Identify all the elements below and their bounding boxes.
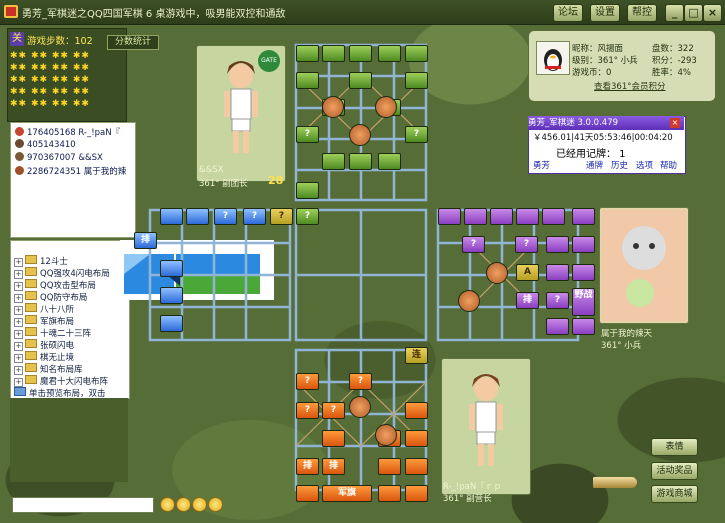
board-piece[interactable]: ? xyxy=(322,402,345,419)
board-piece[interactable] xyxy=(296,72,319,89)
top-player-name: &&SX xyxy=(199,165,224,175)
camp-station[interactable] xyxy=(486,262,508,284)
board-piece[interactable] xyxy=(349,153,372,170)
board-piece[interactable]: ? xyxy=(270,208,293,225)
board-piece[interactable]: ? xyxy=(296,208,319,225)
board-piece[interactable] xyxy=(405,430,428,447)
board-piece[interactable]: 排 xyxy=(296,458,319,475)
bottom-player-rank: 361° 副营长 xyxy=(443,494,492,504)
board-piece[interactable]: ? xyxy=(296,126,319,143)
board-piece[interactable] xyxy=(405,45,428,62)
board-piece[interactable] xyxy=(322,153,345,170)
bottom-player-card[interactable] xyxy=(441,358,531,495)
flag-piece[interactable]: 军旗 xyxy=(322,485,372,502)
board-piece[interactable]: ? xyxy=(243,208,266,225)
board-piece[interactable] xyxy=(296,45,319,62)
board-piece[interactable]: ? xyxy=(462,236,485,253)
camp-station[interactable] xyxy=(349,124,371,146)
top-player-level: 28 xyxy=(268,174,284,187)
board-piece[interactable] xyxy=(378,45,401,62)
board-piece[interactable]: ? xyxy=(296,402,319,419)
board-piece[interactable] xyxy=(464,208,487,225)
top-player-rank: 361° 副团长 xyxy=(199,179,248,189)
camp-station[interactable] xyxy=(349,396,371,418)
board-piece[interactable] xyxy=(186,208,209,225)
bullet-icon xyxy=(593,477,637,488)
emotion-button[interactable]: 表情 xyxy=(651,438,698,456)
board-piece[interactable] xyxy=(296,182,319,199)
board-piece[interactable]: ? xyxy=(296,373,319,390)
camp-station[interactable] xyxy=(458,290,480,312)
board-piece[interactable] xyxy=(546,236,569,253)
camp-station[interactable] xyxy=(322,96,344,118)
board-piece[interactable] xyxy=(405,72,428,89)
board-piece[interactable]: A xyxy=(516,264,539,281)
board-piece[interactable]: 排 xyxy=(322,458,345,475)
board-piece[interactable] xyxy=(349,45,372,62)
board-piece[interactable] xyxy=(160,260,183,277)
camp-station[interactable] xyxy=(375,96,397,118)
right-player-rank: 361° 小兵 xyxy=(601,341,642,351)
board-piece[interactable] xyxy=(490,208,513,225)
board-piece[interactable]: ? xyxy=(515,236,538,253)
board-piece[interactable]: ? xyxy=(214,208,237,225)
game-shop-button[interactable]: 游戏商城 xyxy=(651,485,698,503)
board-piece[interactable] xyxy=(572,318,595,335)
right-player-name: 属于我的辣天 xyxy=(601,329,653,339)
board-piece[interactable] xyxy=(572,208,595,225)
bottom-player-avatar xyxy=(469,374,503,466)
board-piece[interactable]: 排 xyxy=(134,232,157,249)
board-piece[interactable] xyxy=(542,208,565,225)
board-piece[interactable] xyxy=(160,208,183,225)
board-piece[interactable] xyxy=(322,45,345,62)
board-piece[interactable]: ? xyxy=(405,126,428,143)
board-piece[interactable] xyxy=(405,485,428,502)
board-piece[interactable]: ? xyxy=(349,373,372,390)
board-piece[interactable] xyxy=(322,430,345,447)
board-piece[interactable] xyxy=(349,72,372,89)
gate-badge-icon: GATE xyxy=(258,50,280,72)
board-piece[interactable] xyxy=(572,236,595,253)
board-piece[interactable] xyxy=(378,458,401,475)
board-piece[interactable] xyxy=(546,318,569,335)
board-piece[interactable] xyxy=(572,264,595,281)
board-piece[interactable]: ? xyxy=(546,292,569,309)
board-piece[interactable]: 排 xyxy=(516,292,539,309)
board-piece[interactable] xyxy=(516,208,539,225)
board-piece[interactable]: 连 xyxy=(405,347,428,364)
board-piece[interactable] xyxy=(296,485,319,502)
right-player-avatar xyxy=(602,210,686,321)
board-piece[interactable] xyxy=(160,315,183,332)
board-piece[interactable] xyxy=(405,458,428,475)
board-piece[interactable] xyxy=(405,402,428,419)
board-piece[interactable] xyxy=(160,287,183,304)
right-player-card[interactable] xyxy=(599,207,689,324)
camp-station[interactable] xyxy=(375,424,397,446)
board-piece[interactable] xyxy=(438,208,461,225)
bottom-player-name: R-_!paN『ｒｐ xyxy=(443,482,502,492)
board-piece[interactable]: 野战 xyxy=(572,288,595,316)
activity-prize-button[interactable]: 活动奖品 xyxy=(651,462,698,480)
board-piece[interactable] xyxy=(378,153,401,170)
board-piece[interactable] xyxy=(546,264,569,281)
board-piece[interactable] xyxy=(378,485,401,502)
